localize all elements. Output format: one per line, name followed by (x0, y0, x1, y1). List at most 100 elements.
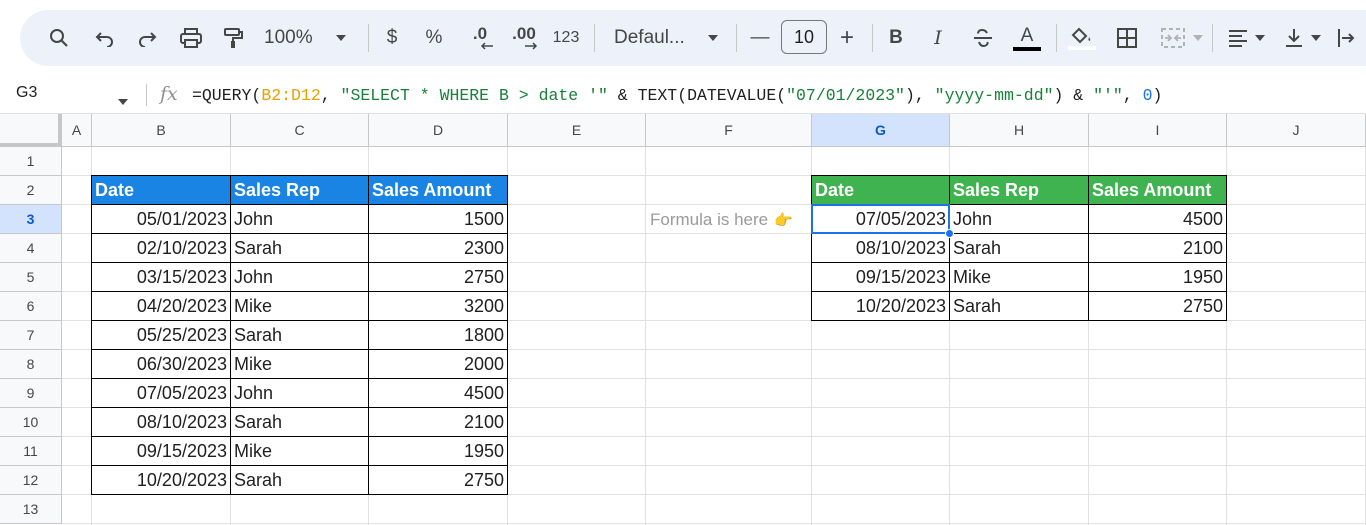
source-header-cell[interactable]: Sales Amount (369, 176, 508, 205)
source-cell[interactable]: 2300 (369, 234, 508, 263)
row-header-3[interactable]: 3 (0, 205, 62, 234)
row-header-4[interactable]: 4 (0, 234, 62, 263)
source-cell[interactable]: 05/01/2023 (92, 205, 231, 234)
source-cell[interactable]: 04/20/2023 (92, 292, 231, 321)
row-header-8[interactable]: 8 (0, 350, 62, 379)
font-dropdown-icon[interactable] (706, 10, 720, 66)
font-size-input[interactable]: 10 (781, 20, 827, 54)
source-cell[interactable]: 1950 (369, 437, 508, 466)
result-cell[interactable]: 2100 (1089, 234, 1227, 263)
column-header-a[interactable]: A (62, 114, 92, 147)
column-header-h[interactable]: H (950, 114, 1089, 147)
zoom-dropdown-icon[interactable] (334, 10, 348, 66)
source-cell[interactable]: 2000 (369, 350, 508, 379)
result-cell[interactable]: 07/05/2023 (812, 205, 950, 234)
merge-cells-icon[interactable] (1158, 10, 1188, 66)
result-cell[interactable]: 2750 (1089, 292, 1227, 321)
source-cell[interactable]: 08/10/2023 (92, 408, 231, 437)
result-header-cell[interactable]: Sales Amount (1089, 176, 1227, 205)
source-cell[interactable]: 02/10/2023 (92, 234, 231, 263)
row-header-5[interactable]: 5 (0, 263, 62, 292)
horizontal-align-dropdown-icon[interactable] (1254, 10, 1266, 66)
column-header-j[interactable]: J (1227, 114, 1366, 147)
italic-button[interactable]: I (926, 10, 950, 66)
text-color-button[interactable]: A (1012, 10, 1042, 66)
row-header-9[interactable]: 9 (0, 379, 62, 408)
source-cell[interactable]: Sarah (231, 234, 369, 263)
result-cell[interactable]: 08/10/2023 (812, 234, 950, 263)
formula-input[interactable]: =QUERY(B2:D12, "SELECT * WHERE B > date … (192, 86, 1162, 105)
borders-icon[interactable] (1114, 10, 1140, 66)
source-cell[interactable]: Mike (231, 437, 369, 466)
source-cell[interactable]: John (231, 263, 369, 292)
row-header-7[interactable]: 7 (0, 321, 62, 350)
source-cell[interactable]: 3200 (369, 292, 508, 321)
source-cell[interactable]: 2100 (369, 408, 508, 437)
result-header-cell[interactable]: Sales Rep (950, 176, 1089, 205)
text-wrapping-icon[interactable] (1334, 10, 1358, 66)
row-header-2[interactable]: 2 (0, 176, 62, 205)
increase-font-size-button[interactable]: + (835, 10, 859, 66)
source-cell[interactable]: John (231, 379, 369, 408)
source-cell[interactable]: 06/30/2023 (92, 350, 231, 379)
source-cell[interactable]: Sarah (231, 466, 369, 495)
source-cell[interactable]: 10/20/2023 (92, 466, 231, 495)
source-cell[interactable]: 09/15/2023 (92, 437, 231, 466)
font-family-select[interactable]: Defaul... (614, 10, 696, 66)
name-box-dropdown-icon[interactable] (118, 92, 128, 110)
row-header-6[interactable]: 6 (0, 292, 62, 321)
row-header-12[interactable]: 12 (0, 466, 62, 495)
source-cell[interactable]: 2750 (369, 263, 508, 292)
name-box[interactable]: G3 (16, 84, 37, 102)
currency-format-button[interactable]: $ (380, 10, 404, 66)
bold-button[interactable]: B (884, 10, 908, 66)
result-cell[interactable]: Sarah (950, 234, 1089, 263)
search-icon[interactable] (44, 10, 74, 66)
percent-format-button[interactable]: % (422, 10, 446, 66)
fill-handle[interactable] (945, 229, 954, 238)
source-cell[interactable]: Sarah (231, 408, 369, 437)
fill-color-button[interactable] (1066, 10, 1098, 66)
print-icon[interactable] (176, 10, 206, 66)
source-cell[interactable]: Mike (231, 350, 369, 379)
column-header-i[interactable]: I (1089, 114, 1227, 147)
source-cell[interactable]: Mike (231, 292, 369, 321)
column-header-f[interactable]: F (646, 114, 812, 147)
increase-decimal-button[interactable]: .00 (504, 10, 544, 66)
result-cell[interactable]: Sarah (950, 292, 1089, 321)
source-cell[interactable]: Sarah (231, 321, 369, 350)
vertical-align-dropdown-icon[interactable] (1310, 10, 1322, 66)
decrease-font-size-button[interactable]: — (748, 10, 772, 66)
source-cell[interactable]: 05/25/2023 (92, 321, 231, 350)
source-cell[interactable]: 1500 (369, 205, 508, 234)
paint-format-icon[interactable] (218, 10, 248, 66)
source-cell[interactable]: 2750 (369, 466, 508, 495)
column-header-e[interactable]: E (508, 114, 646, 147)
source-header-cell[interactable]: Date (92, 176, 231, 205)
result-cell[interactable]: John (950, 205, 1089, 234)
result-cell[interactable]: 4500 (1089, 205, 1227, 234)
row-header-1[interactable]: 1 (0, 147, 62, 176)
column-header-d[interactable]: D (369, 114, 508, 147)
vertical-align-icon[interactable] (1282, 10, 1306, 66)
source-cell[interactable]: 07/05/2023 (92, 379, 231, 408)
horizontal-align-icon[interactable] (1226, 10, 1250, 66)
select-all-corner[interactable] (0, 114, 62, 147)
merge-dropdown-icon[interactable] (1192, 10, 1204, 66)
result-cell[interactable]: 09/15/2023 (812, 263, 950, 292)
column-header-b[interactable]: B (92, 114, 231, 147)
row-header-11[interactable]: 11 (0, 437, 62, 466)
more-formats-button[interactable]: 123 (550, 10, 582, 66)
source-header-cell[interactable]: Sales Rep (231, 176, 369, 205)
result-cell[interactable]: 10/20/2023 (812, 292, 950, 321)
source-cell[interactable]: 03/15/2023 (92, 263, 231, 292)
column-header-c[interactable]: C (231, 114, 369, 147)
row-header-13[interactable]: 13 (0, 495, 62, 524)
strikethrough-icon[interactable] (970, 10, 996, 66)
result-cell[interactable]: 1950 (1089, 263, 1227, 292)
undo-icon[interactable] (90, 10, 120, 66)
row-header-10[interactable]: 10 (0, 408, 62, 437)
decrease-decimal-button[interactable]: .0 (462, 10, 498, 66)
source-cell[interactable]: 1800 (369, 321, 508, 350)
redo-icon[interactable] (132, 10, 162, 66)
